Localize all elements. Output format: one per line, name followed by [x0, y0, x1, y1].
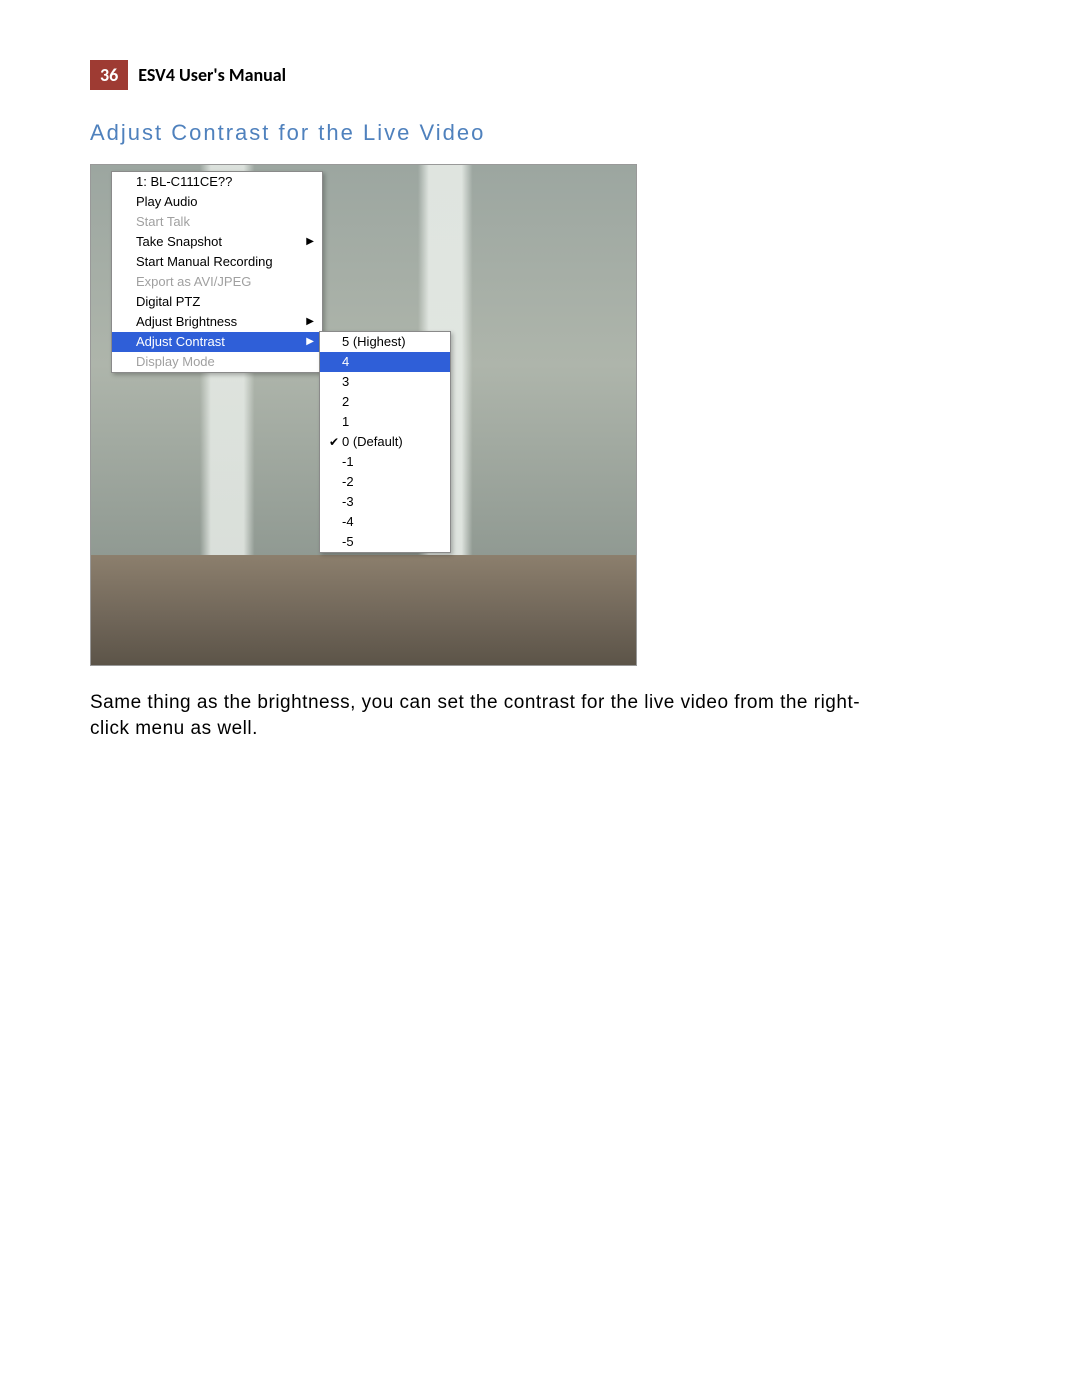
contrast-option-label: 2 [342, 393, 349, 411]
context-menu-item: Display Mode [112, 352, 322, 372]
video-window-sill [91, 555, 636, 665]
contrast-option[interactable]: ✔0 (Default) [320, 432, 450, 452]
contrast-option-label: -2 [342, 473, 354, 491]
check-icon: ✔ [326, 433, 342, 451]
contrast-option[interactable]: -4 [320, 512, 450, 532]
contrast-option[interactable]: -2 [320, 472, 450, 492]
menu-item-label: Start Manual Recording [136, 253, 273, 271]
page-number: 36 [90, 60, 128, 90]
context-menu-item: Start Talk [112, 212, 322, 232]
contrast-option[interactable]: -3 [320, 492, 450, 512]
contrast-option[interactable]: -5 [320, 532, 450, 552]
contrast-option[interactable]: 1 [320, 412, 450, 432]
contrast-option[interactable]: -1 [320, 452, 450, 472]
contrast-option[interactable]: 5 (Highest) [320, 332, 450, 352]
context-menu-item[interactable]: Digital PTZ [112, 292, 322, 312]
manual-title: ESV4 User's Manual [128, 60, 296, 90]
submenu-arrow-icon: ▶ [306, 313, 314, 331]
contrast-option-label: 5 (Highest) [342, 333, 406, 351]
context-menu-item[interactable]: Take Snapshot ▶ [112, 232, 322, 252]
context-menu-item: Export as AVI/JPEG [112, 272, 322, 292]
context-menu-item[interactable]: 1: BL-C111CE?? [112, 172, 322, 192]
menu-item-label: Export as AVI/JPEG [136, 273, 251, 291]
menu-item-label: Start Talk [136, 213, 190, 231]
menu-item-label: Play Audio [136, 193, 197, 211]
live-video-screenshot: 1: BL-C111CE??Play AudioStart TalkTake S… [90, 164, 637, 666]
contrast-option-label: 3 [342, 373, 349, 391]
contrast-option[interactable]: 3 [320, 372, 450, 392]
context-menu[interactable]: 1: BL-C111CE??Play AudioStart TalkTake S… [111, 171, 323, 373]
contrast-option[interactable]: 2 [320, 392, 450, 412]
contrast-option-label: -3 [342, 493, 354, 511]
page-header: 36 ESV4 User's Manual [90, 60, 990, 90]
menu-item-label: 1: BL-C111CE?? [136, 173, 232, 191]
context-menu-item[interactable]: Play Audio [112, 192, 322, 212]
menu-item-label: Digital PTZ [136, 293, 200, 311]
contrast-option-label: -1 [342, 453, 354, 471]
context-menu-item[interactable]: Start Manual Recording [112, 252, 322, 272]
submenu-arrow-icon: ▶ [306, 233, 314, 251]
submenu-arrow-icon: ▶ [306, 333, 314, 351]
context-menu-item[interactable]: Adjust Brightness ▶ [112, 312, 322, 332]
section-heading: Adjust Contrast for the Live Video [90, 120, 990, 146]
menu-item-label: Take Snapshot [136, 233, 222, 251]
contrast-submenu[interactable]: 5 (Highest)4321✔0 (Default)-1-2-3-4-5 [319, 331, 451, 553]
menu-item-label: Adjust Brightness [136, 313, 237, 331]
contrast-option-label: 1 [342, 413, 349, 431]
body-paragraph: Same thing as the brightness, you can se… [90, 690, 870, 741]
menu-item-label: Adjust Contrast [136, 333, 225, 351]
menu-item-label: Display Mode [136, 353, 215, 371]
contrast-option-label: 4 [342, 353, 349, 371]
contrast-option-label: 0 (Default) [342, 433, 403, 451]
contrast-option-label: -4 [342, 513, 354, 531]
context-menu-item[interactable]: Adjust Contrast ▶ [112, 332, 322, 352]
contrast-option[interactable]: 4 [320, 352, 450, 372]
contrast-option-label: -5 [342, 533, 354, 551]
